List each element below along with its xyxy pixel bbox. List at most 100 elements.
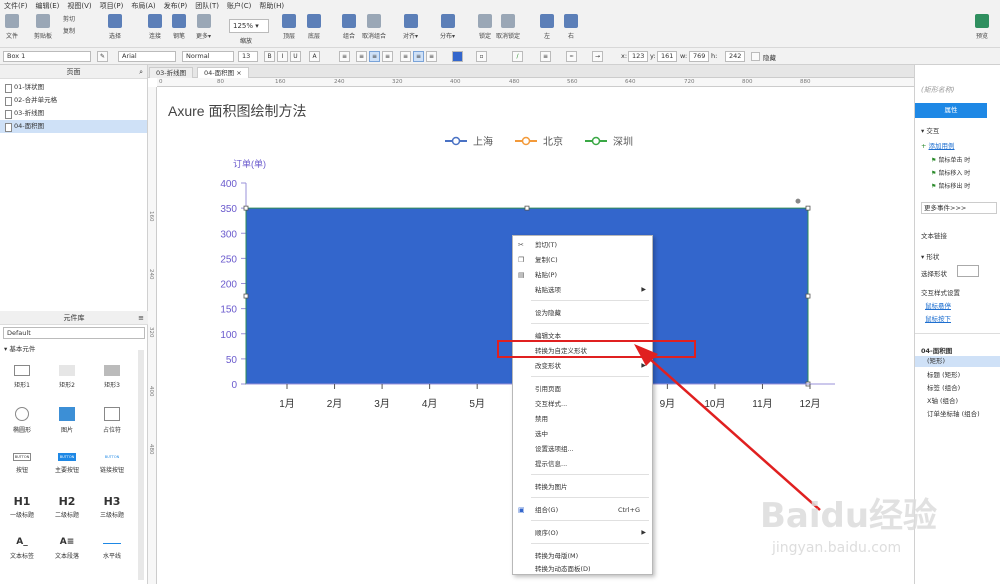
width-field[interactable]: 769 — [689, 51, 709, 62]
menu-item-convert-master[interactable]: 转换为母版(M) — [513, 549, 652, 563]
hover-style-link[interactable]: 鼠标悬停 — [925, 300, 951, 310]
menu-edit[interactable]: 编辑(E) — [36, 1, 60, 11]
menu-account[interactable]: 账户(C) — [227, 1, 251, 11]
object-name-select[interactable]: Box 1 — [3, 51, 91, 62]
menu-layout[interactable]: 布局(A) — [131, 1, 155, 11]
tab-properties[interactable]: 属性 — [915, 103, 987, 118]
format-painter-icon[interactable]: ✎ — [97, 51, 108, 62]
italic-button[interactable]: I — [277, 51, 288, 62]
widget-h1[interactable]: H1 一级标题 — [2, 495, 42, 519]
page-item[interactable]: 01-饼状图 — [0, 81, 147, 94]
widget-image[interactable]: 图片 — [47, 407, 87, 434]
outline-item[interactable]: X轴 (组合) — [927, 395, 958, 405]
arrow-style-button[interactable]: → — [592, 51, 603, 62]
shape-section[interactable]: ▾ 形状 — [921, 251, 939, 261]
lock-button[interactable]: 锁定 — [478, 14, 492, 40]
widget-box1[interactable]: 矩形1 — [2, 365, 42, 389]
pen-button[interactable]: 钢笔 — [172, 14, 186, 40]
top-layer-button[interactable]: 顶层 — [282, 14, 296, 40]
widget-ellipse[interactable]: 椭圆形 — [2, 407, 42, 434]
outline-item[interactable]: (矩形) — [915, 356, 1000, 367]
copy-button[interactable]: 复制 — [63, 26, 75, 35]
zoom-select[interactable]: 125% ▾ — [229, 19, 269, 33]
menu-item-paste-options[interactable]: 粘贴选项 ▶ — [513, 283, 652, 297]
shape-name-field[interactable]: (矩形名称) — [921, 85, 954, 95]
event-item[interactable]: ⚑ 鼠标移出 时 — [931, 181, 970, 190]
right-button[interactable]: 右 — [564, 14, 578, 40]
widget-button[interactable]: BUTTON 按钮 — [2, 453, 42, 474]
menu-help[interactable]: 帮助(H) — [259, 1, 284, 11]
menu-icon[interactable]: ≡ — [138, 311, 144, 325]
tab-area-chart[interactable]: 04-面积图 × — [197, 67, 249, 78]
widget-placeholder[interactable]: 占位符 — [92, 407, 132, 434]
mousedown-style-link[interactable]: 鼠标按下 — [925, 313, 951, 323]
widget-h3[interactable]: H3 三级标题 — [92, 495, 132, 519]
align-text-center-button[interactable]: ≡ — [369, 51, 380, 62]
x-field[interactable]: 123 — [628, 51, 648, 62]
bold-button[interactable]: B — [264, 51, 275, 62]
outline-item[interactable]: 订单坐标轴 (组合) — [927, 408, 980, 418]
more-button[interactable]: 更多▾ — [196, 14, 211, 40]
menu-item-paste[interactable]: ▤ 粘贴(P) — [513, 268, 652, 282]
widget-box2[interactable]: 矩形2 — [47, 365, 87, 389]
widget-box3[interactable]: 矩形3 — [92, 365, 132, 389]
line-style-button[interactable]: ┅ — [566, 51, 577, 62]
valign-middle-button[interactable]: ≡ — [413, 51, 424, 62]
close-icon[interactable]: × — [236, 69, 241, 77]
hidden-checkbox[interactable] — [751, 52, 760, 61]
align-text-left-button[interactable]: ≡ — [356, 51, 367, 62]
page-item[interactable]: 02-合并单元格 — [0, 94, 147, 107]
menu-item-order[interactable]: 顺序(O) ▶ — [513, 526, 652, 540]
y-field[interactable]: 161 — [657, 51, 677, 62]
widget-primary-button[interactable]: BUTTON 主要按钮 — [47, 453, 87, 474]
shape-picker[interactable] — [957, 265, 979, 277]
select-button[interactable]: 选择 — [108, 14, 122, 40]
valign-top-button[interactable]: ≡ — [400, 51, 411, 62]
outline-item[interactable]: 标题 (矩形) — [927, 369, 960, 379]
library-select[interactable]: Default — [3, 327, 145, 339]
font-family-select[interactable]: Arial — [118, 51, 176, 62]
connect-button[interactable]: 连接 — [148, 14, 162, 40]
underline-button[interactable]: U — [290, 51, 301, 62]
valign-bottom-button[interactable]: ≡ — [426, 51, 437, 62]
page-item[interactable]: 03-折线图 — [0, 107, 147, 120]
tab-line-chart[interactable]: 03-折线图 — [149, 67, 194, 78]
cut-button[interactable]: 剪切 — [63, 14, 75, 23]
page-item-active[interactable]: 04-面积图 — [0, 120, 147, 133]
bullet-list-button[interactable]: ≡ — [339, 51, 350, 62]
widget-h2[interactable]: H2 二级标题 — [47, 495, 87, 519]
widget-text-label[interactable]: A_ 文本标签 — [2, 537, 42, 560]
library-group-title[interactable]: ▾ 基本元件 — [0, 343, 148, 353]
distribute-button[interactable]: 分布▾ — [440, 14, 455, 40]
align-text-right-button[interactable]: ≡ — [382, 51, 393, 62]
menu-publish[interactable]: 发布(P) — [164, 1, 188, 11]
menu-item-copy[interactable]: ❐ 复制(C) — [513, 253, 652, 267]
menu-project[interactable]: 项目(P) — [100, 1, 124, 11]
menu-item-convert-dynamic-panel[interactable]: 转换为动态面板(D) — [513, 562, 652, 575]
shadow-button[interactable]: ▫ — [476, 51, 487, 62]
clipboard-button[interactable]: 剪贴板 — [34, 14, 52, 40]
line-width-button[interactable]: ≡ — [540, 51, 551, 62]
unlock-button[interactable]: 取消锁定 — [496, 14, 520, 40]
menu-item-cut[interactable]: ✂ 剪切(T) — [513, 238, 652, 252]
group-button[interactable]: 组合 — [342, 14, 356, 40]
widget-link-button[interactable]: BUTTON 链接按钮 — [92, 453, 132, 474]
align-button[interactable]: 对齐▾ — [403, 14, 418, 40]
fill-color-button[interactable] — [452, 51, 463, 62]
height-field[interactable]: 242 — [725, 51, 745, 62]
menu-view[interactable]: 视图(V) — [67, 1, 91, 11]
file-button[interactable]: 文件 — [5, 14, 19, 40]
search-icon[interactable]: ⌕ — [139, 65, 143, 79]
menu-team[interactable]: 团队(T) — [195, 1, 219, 11]
event-item[interactable]: ⚑ 鼠标移入 时 — [931, 168, 970, 177]
add-case-link[interactable]: + 添加用例 — [921, 140, 955, 150]
outline-item[interactable]: 标签 (组合) — [927, 382, 960, 392]
menu-file[interactable]: 文件(F) — [4, 1, 28, 11]
font-size-select[interactable]: 13 — [238, 51, 258, 62]
bottom-layer-button[interactable]: 底层 — [307, 14, 321, 40]
line-color-button[interactable]: ∕ — [512, 51, 523, 62]
library-scrollbar[interactable] — [138, 350, 144, 580]
interaction-section[interactable]: ▾ 交互 — [921, 125, 939, 135]
ungroup-button[interactable]: 取消组合 — [362, 14, 386, 40]
preview-button[interactable]: 预览 — [975, 14, 989, 40]
